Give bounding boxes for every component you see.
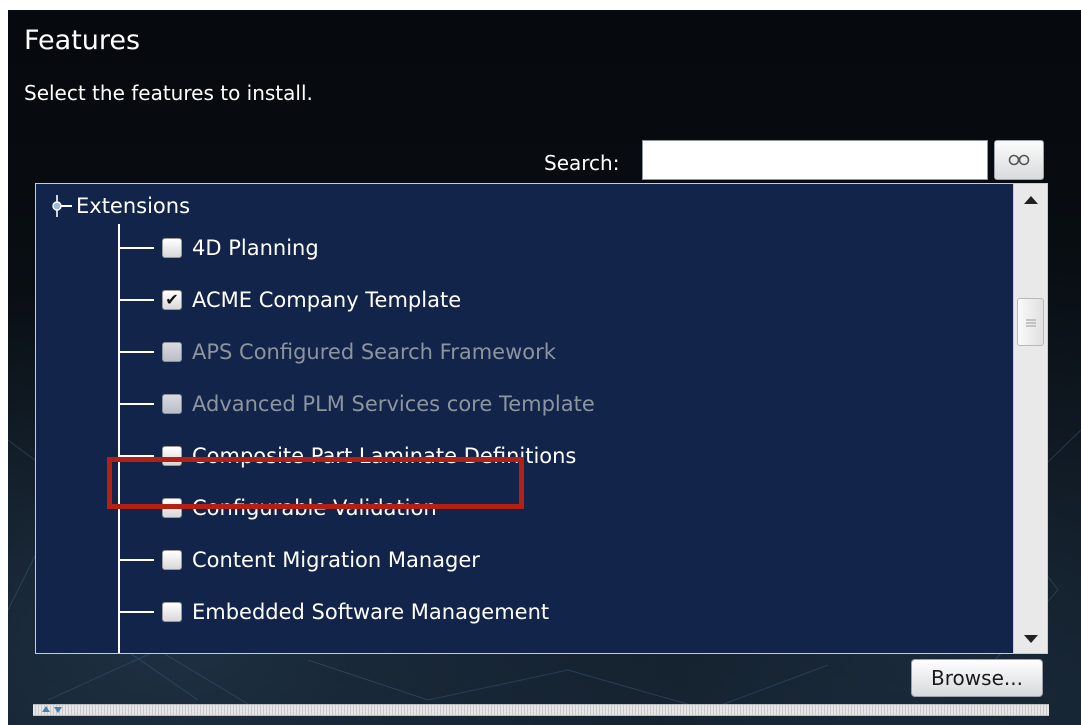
scroll-down-button[interactable] — [1014, 623, 1047, 653]
feature-tree: Extensions 4D Planning ✔ ACME Company Te… — [35, 183, 1048, 654]
panel-splitter[interactable] — [33, 704, 1049, 716]
installer-window: Features Select the features to install.… — [8, 10, 1081, 725]
tree-item-acme-company-template[interactable]: ✔ ACME Company Template — [91, 280, 461, 320]
tree-root-extensions[interactable]: Extensions — [50, 188, 190, 224]
feature-checkbox[interactable] — [162, 498, 182, 518]
tree-item-content-migration-manager[interactable]: Content Migration Manager — [91, 540, 480, 580]
feature-label: Embedded Software Management — [192, 600, 550, 624]
tree-item-embedded-software-management[interactable]: Embedded Software Management — [91, 592, 549, 632]
arrow-up-icon — [1023, 190, 1039, 209]
feature-label: APS Configured Search Framework — [192, 340, 556, 364]
tree-item-advanced-plm-services-core-template: Advanced PLM Services core Template — [91, 384, 595, 424]
grip-icon — [1025, 313, 1037, 332]
tree-branch-line — [118, 299, 154, 301]
feature-checkbox[interactable] — [162, 602, 182, 622]
feature-label: Configurable Validation — [192, 496, 437, 520]
binoculars-icon — [1006, 151, 1032, 170]
tree-node-icon[interactable] — [50, 195, 72, 217]
feature-checkbox[interactable] — [162, 446, 182, 466]
feature-checkbox — [162, 394, 182, 414]
scroll-up-button[interactable] — [1014, 184, 1047, 214]
tree-scrollbar[interactable] — [1013, 184, 1047, 653]
feature-checkbox[interactable]: ✔ — [162, 290, 182, 310]
search-button[interactable] — [994, 140, 1044, 180]
feature-checkbox[interactable] — [162, 238, 182, 258]
tree-branch-line — [118, 611, 154, 613]
collapse-arrows-icon[interactable] — [41, 705, 63, 714]
tree-item-4d-planning[interactable]: 4D Planning — [91, 228, 319, 268]
feature-checkbox[interactable] — [162, 550, 182, 570]
feature-label: ACME Company Template — [192, 288, 462, 312]
tree-branch-line — [118, 559, 154, 561]
tree-branch-line — [118, 507, 154, 509]
tree-branch-line — [118, 351, 154, 353]
search-input[interactable] — [642, 140, 988, 180]
arrow-down-icon — [1023, 629, 1039, 648]
search-label: Search: — [544, 151, 620, 175]
tree-branch-line — [118, 403, 154, 405]
checkmark-icon: ✔ — [165, 290, 179, 309]
tree-branch-line — [118, 247, 154, 249]
tree-root-label: Extensions — [76, 194, 191, 218]
page-subtitle: Select the features to install. — [24, 81, 313, 105]
feature-label: Advanced PLM Services core Template — [192, 392, 595, 416]
feature-checkbox — [162, 342, 182, 362]
tree-item-aps-configured-search-framework: APS Configured Search Framework — [91, 332, 556, 372]
browse-button[interactable]: Browse... — [911, 659, 1043, 697]
feature-label: Content Migration Manager — [192, 548, 480, 572]
feature-label: Composite Part Laminate Definitions — [192, 444, 577, 468]
feature-label: 4D Planning — [192, 236, 319, 260]
page-title: Features — [24, 25, 141, 56]
tree-branch-line — [118, 455, 154, 457]
tree-item-composite-part-laminate-definitions[interactable]: Composite Part Laminate Definitions — [91, 436, 576, 476]
tree-item-configurable-validation[interactable]: Configurable Validation — [91, 488, 437, 528]
scrollbar-thumb[interactable] — [1017, 298, 1044, 346]
